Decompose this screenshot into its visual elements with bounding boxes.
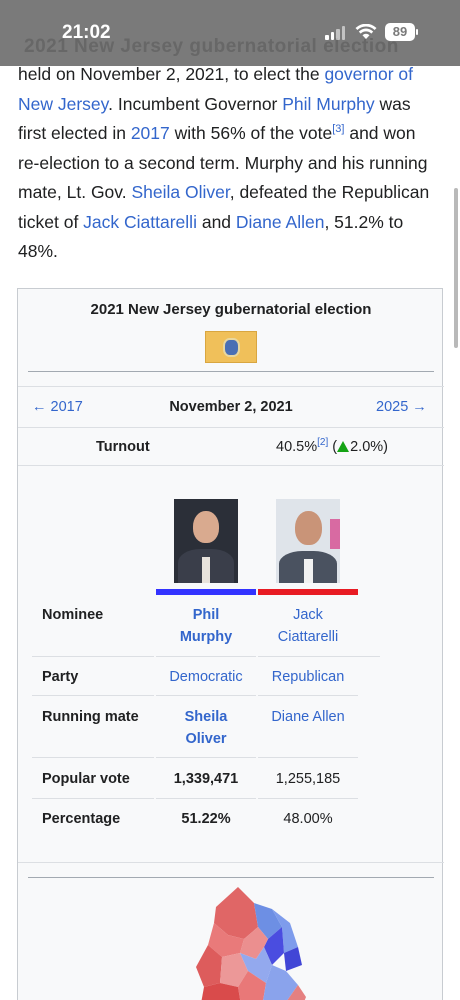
popular-vote-label: Popular vote: [42, 771, 130, 787]
election-infobox: 2021 New Jersey gubernatorial election ←…: [17, 288, 444, 1000]
divider: [28, 877, 434, 878]
face: [295, 511, 322, 545]
cellular-signal-icon: [325, 26, 345, 40]
wifi-icon: [355, 24, 377, 39]
divider: [18, 862, 444, 863]
infobox-title: 2021 New Jersey gubernatorial election: [90, 301, 372, 318]
nominee-jack-ciattarelli[interactable]: Jack Ciattarelli: [258, 604, 358, 648]
text: . Incumbent Governor: [108, 93, 283, 114]
text: held on November 2, 2021, to elect the: [18, 64, 325, 84]
reference-3[interactable]: [3]: [332, 123, 344, 135]
popular-vote-ciattarelli: 1,255,185: [275, 771, 341, 787]
scrollbar[interactable]: [454, 188, 458, 348]
turnout-value: 40.5%[2] (2.0%): [276, 437, 388, 455]
divider: [18, 427, 444, 428]
divider: [258, 695, 358, 696]
increase-arrow-icon: [337, 441, 350, 452]
party-democratic[interactable]: Democratic: [156, 666, 256, 688]
clock: 21:02: [62, 22, 111, 43]
divider: [32, 695, 154, 696]
turnout-label: Turnout: [96, 439, 150, 455]
link-jack-ciattarelli[interactable]: Jack Ciattarelli: [83, 212, 197, 232]
battery-icon: 89: [385, 23, 415, 41]
running-mate-label: Running mate: [42, 709, 139, 725]
battery-tip: [416, 29, 418, 35]
divider: [28, 371, 434, 372]
jack-ciattarelli-photo[interactable]: [276, 499, 340, 583]
divider: [156, 695, 256, 696]
divider: [18, 386, 444, 387]
county-results-map[interactable]: [186, 887, 326, 1000]
divider: [32, 757, 154, 758]
link-diane-allen[interactable]: Diane Allen: [236, 212, 325, 232]
divider: [258, 798, 358, 799]
percentage-murphy: 51.22%: [181, 811, 231, 827]
divider: [258, 656, 380, 657]
text: and: [196, 211, 236, 232]
next-election-link[interactable]: 2025 →: [376, 399, 427, 415]
running-mate-sheila-oliver[interactable]: Sheila Oliver: [156, 706, 256, 750]
popular-vote-murphy: 1,339,471: [173, 771, 239, 787]
state-seal-icon: [223, 338, 240, 357]
democratic-color-bar: [156, 589, 256, 595]
text: with 56% of the vote: [169, 123, 333, 143]
nominee-phil-murphy[interactable]: Phil Murphy: [156, 604, 256, 648]
turnout-change: 2.0%): [350, 439, 388, 455]
divider: [32, 798, 154, 799]
face: [193, 511, 219, 543]
republican-color-bar: [258, 589, 358, 595]
divider: [18, 465, 444, 466]
reference-2[interactable]: [2]: [317, 437, 328, 448]
shirt: [202, 557, 210, 583]
link-sheila-oliver[interactable]: Sheila Oliver: [131, 182, 229, 202]
running-mate-diane-allen[interactable]: Diane Allen: [258, 706, 358, 728]
party-republican[interactable]: Republican: [258, 666, 358, 688]
divider: [258, 757, 358, 758]
nominee-label: Nominee: [42, 607, 104, 623]
divider: [32, 656, 154, 657]
divider: [156, 757, 256, 758]
shirt: [304, 559, 313, 583]
phil-murphy-photo[interactable]: [174, 499, 238, 583]
text: (: [328, 439, 338, 455]
new-jersey-flag[interactable]: [205, 331, 257, 363]
status-bar: 2021 New Jersey gubernatorial election 2…: [0, 0, 460, 66]
percentage-ciattarelli: 48.00%: [283, 811, 333, 827]
link-2017[interactable]: 2017: [131, 123, 170, 143]
divider: [156, 798, 256, 799]
percentage-label: Percentage: [42, 811, 121, 827]
divider: [156, 656, 256, 657]
article-paragraph: held on November 2, 2021, to elect the g…: [18, 60, 438, 267]
turnout-percent: 40.5%: [276, 439, 318, 455]
background-sign: [330, 519, 340, 549]
party-label: Party: [42, 669, 79, 685]
link-phil-murphy[interactable]: Phil Murphy: [282, 94, 374, 114]
